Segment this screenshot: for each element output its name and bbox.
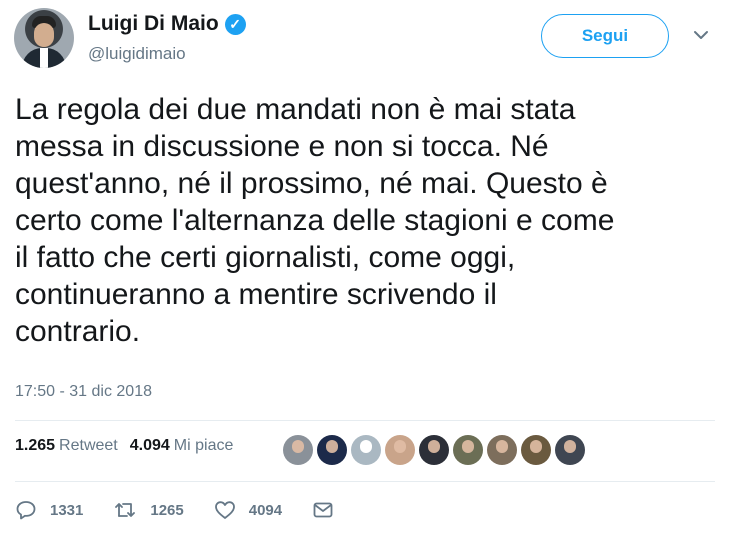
- like-stat[interactable]: 4.094 Mi piace: [130, 437, 234, 455]
- retweet-stat-label: Retweet: [59, 437, 118, 454]
- divider: [15, 420, 715, 421]
- divider: [15, 481, 715, 482]
- tweet-header: Luigi Di Maio ✓ @luigidimaio Segui: [14, 8, 716, 72]
- retweet-count: 1265: [150, 501, 184, 519]
- verified-badge-icon: ✓: [224, 13, 246, 35]
- liker-avatar[interactable]: [419, 435, 449, 465]
- liker-avatar[interactable]: [555, 435, 585, 465]
- avatar[interactable]: [14, 8, 74, 68]
- liker-avatar[interactable]: [453, 435, 483, 465]
- liker-avatar[interactable]: [351, 435, 381, 465]
- tweet-text: La regola dei due mandati non è mai stat…: [15, 93, 615, 348]
- tweet-actions: 1331 1265 4094: [15, 497, 364, 523]
- retweet-button[interactable]: 1265: [113, 499, 184, 521]
- like-stat-count: 4.094: [129, 437, 170, 454]
- heart-icon: [214, 501, 235, 519]
- envelope-icon: [313, 502, 333, 518]
- retweet-stat-count: 1.265: [15, 437, 56, 454]
- chevron-down-icon[interactable]: [692, 26, 710, 44]
- reply-button[interactable]: 1331: [15, 499, 83, 521]
- retweet-icon: [115, 503, 136, 517]
- like-button[interactable]: 4094: [214, 499, 282, 521]
- tweet-timestamp[interactable]: 17:50 - 31 dic 2018: [15, 383, 152, 401]
- display-name[interactable]: Luigi Di Maio: [88, 12, 219, 36]
- follow-button[interactable]: Segui: [541, 14, 669, 58]
- liker-avatar[interactable]: [317, 435, 347, 465]
- reply-icon: [16, 501, 36, 520]
- user-handle[interactable]: @luigidimaio: [88, 44, 186, 64]
- like-stat-label: Mi piace: [173, 437, 234, 454]
- tweet-stats: 1.265 Retweet 4.094 Mi piace: [15, 437, 233, 455]
- liker-avatar[interactable]: [487, 435, 517, 465]
- like-count: 4094: [248, 501, 283, 519]
- direct-message-button[interactable]: [312, 499, 334, 521]
- liker-avatar[interactable]: [521, 435, 551, 465]
- likers-list: [283, 435, 585, 465]
- liker-avatar[interactable]: [385, 435, 415, 465]
- name-row: Luigi Di Maio ✓: [88, 12, 246, 36]
- reply-count: 1331: [50, 501, 84, 519]
- retweet-stat[interactable]: 1.265 Retweet: [15, 437, 118, 455]
- liker-avatar[interactable]: [283, 435, 313, 465]
